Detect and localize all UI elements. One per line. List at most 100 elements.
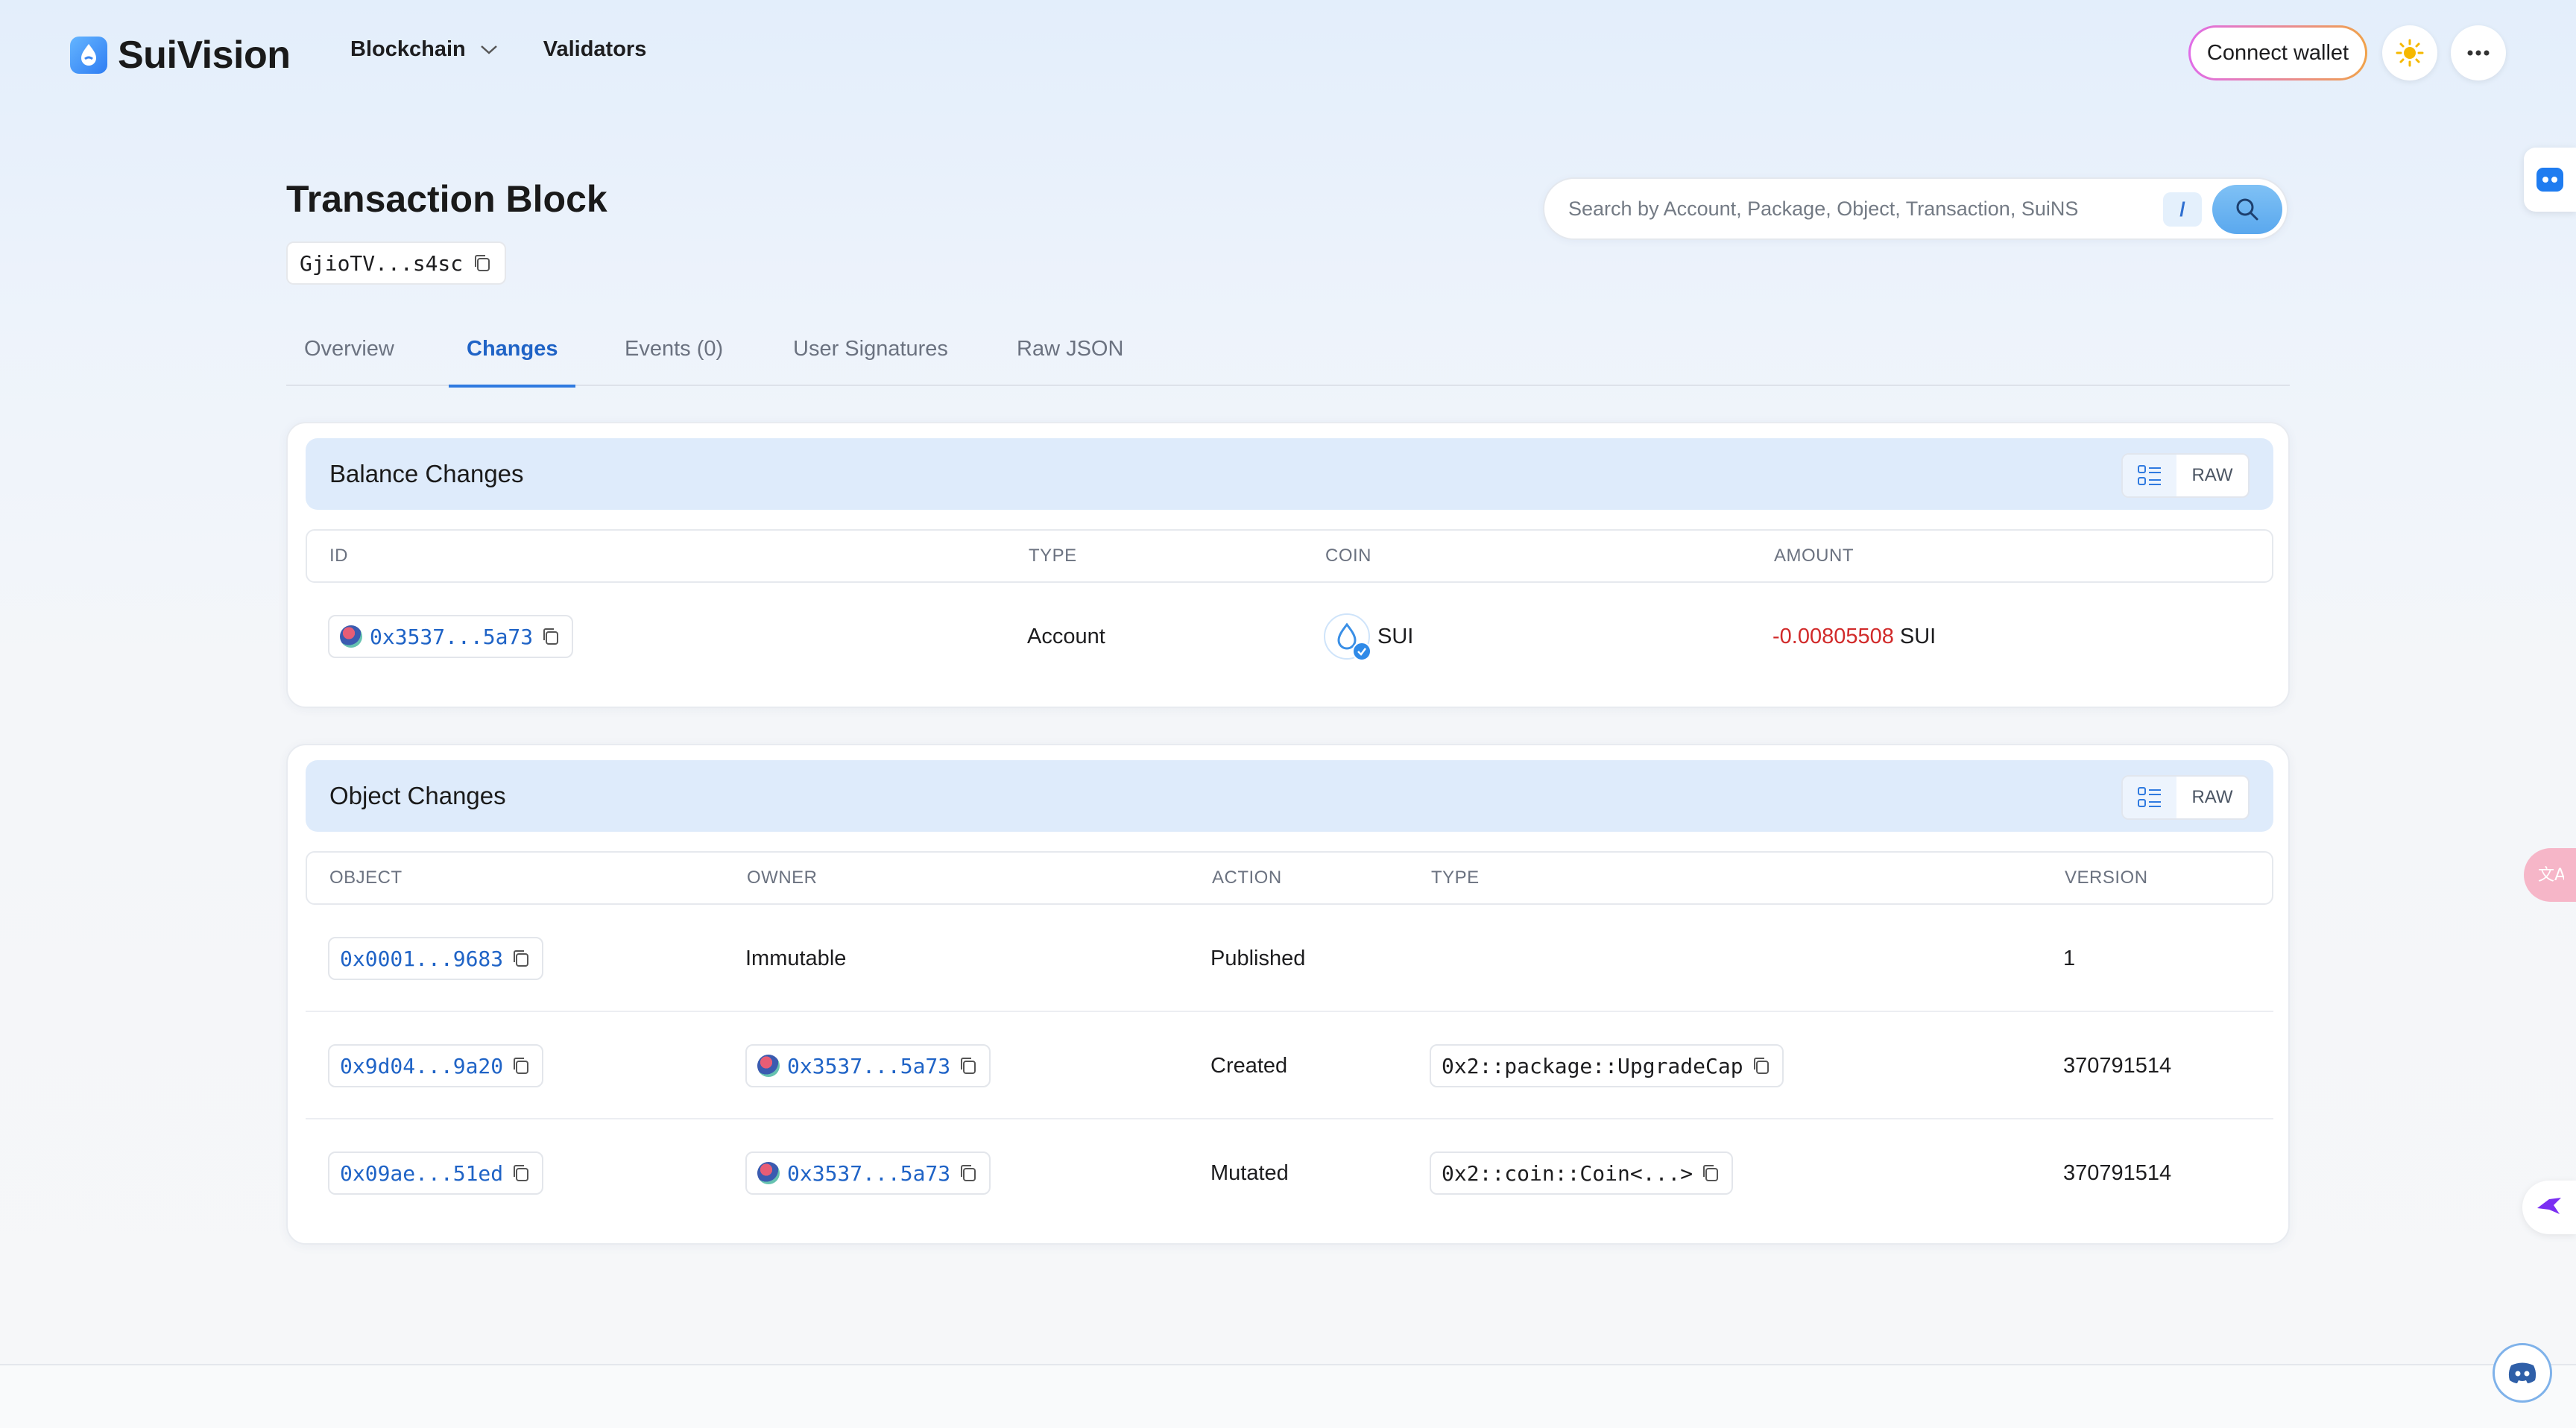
object-id-cell: 0x09ae...51ed (328, 1119, 544, 1227)
raw-view-button[interactable]: RAW (2176, 787, 2248, 808)
nav-blockchain-label: Blockchain (350, 37, 466, 61)
object-id-cell: 0x0001...9683 (328, 905, 544, 1012)
table-row: 0x9d04...9a20 0x3537...5a73 Created 0x2:… (306, 1012, 2273, 1119)
balance-coin-symbol: SUI (1377, 624, 1414, 648)
extension-button[interactable] (2522, 1181, 2576, 1234)
copy-icon[interactable] (958, 1055, 979, 1076)
balance-amount-value: -0.00805508 (1772, 624, 1894, 648)
column-object: OBJECT (329, 868, 402, 888)
theme-toggle-button[interactable] (2382, 25, 2437, 80)
owner-address[interactable]: 0x3537...5a73 (787, 1054, 950, 1078)
object-id[interactable]: 0x0001...9683 (340, 947, 503, 971)
object-changes-header: Object Changes RAW (306, 760, 2273, 832)
connect-wallet-button[interactable]: Connect wallet (2188, 25, 2367, 80)
search-bar[interactable]: Search by Account, Package, Object, Tran… (1543, 177, 2288, 240)
object-view-toggle: RAW (2121, 775, 2250, 820)
address-chip[interactable]: 0x3537...5a73 (745, 1044, 991, 1087)
type-chip[interactable]: 0x2::package::UpgradeCap (1430, 1044, 1784, 1087)
copy-icon[interactable] (540, 626, 561, 647)
column-id: ID (329, 546, 348, 566)
copy-icon[interactable] (1751, 1055, 1772, 1076)
chevron-down-icon (480, 45, 497, 54)
object-owner-cell: 0x3537...5a73 (745, 1012, 991, 1119)
more-menu-button[interactable] (2451, 25, 2506, 80)
copy-icon[interactable] (511, 1055, 531, 1076)
copy-icon[interactable] (511, 948, 531, 969)
tab-user-signatures[interactable]: User Signatures (793, 328, 948, 386)
object-owner-cell: 0x3537...5a73 (745, 1119, 991, 1227)
copy-icon[interactable] (1700, 1163, 1721, 1184)
footer (0, 1364, 2576, 1428)
object-version: 1 (2063, 946, 2076, 970)
translate-button[interactable]: 文A (2524, 848, 2576, 902)
discord-button[interactable] (2493, 1343, 2552, 1403)
object-id-cell: 0x9d04...9a20 (328, 1012, 544, 1119)
avatar (340, 625, 362, 648)
raw-view-button[interactable]: RAW (2176, 465, 2248, 486)
column-version: VERSION (2065, 868, 2148, 888)
search-input[interactable]: Search by Account, Package, Object, Tran… (1568, 179, 2078, 238)
object-type[interactable]: 0x2::package::UpgradeCap (1442, 1054, 1743, 1078)
tab-changes[interactable]: Changes (449, 328, 576, 388)
copy-icon[interactable] (511, 1163, 531, 1184)
balance-changes-card: Balance Changes RAW ID TYPE COIN AMOUNT … (286, 422, 2290, 708)
column-type: TYPE (1431, 868, 1480, 888)
translate-icon: 文A (2538, 866, 2564, 885)
object-version: 370791514 (2063, 1053, 2172, 1078)
sui-coin-icon (1324, 613, 1371, 661)
bird-icon (2537, 1198, 2561, 1214)
object-type-cell: 0x2::package::UpgradeCap (1430, 1012, 1784, 1119)
object-action: Created (1210, 1053, 1288, 1078)
list-view-icon[interactable] (2123, 777, 2176, 818)
brand-logo[interactable]: SuiVision (70, 33, 291, 78)
nav-validators[interactable]: Validators (543, 37, 647, 62)
balance-table-header: ID TYPE COIN AMOUNT (306, 529, 2273, 583)
connect-wallet-label: Connect wallet (2191, 28, 2365, 78)
balance-id-cell: 0x3537...5a73 (328, 583, 574, 690)
tab-overview[interactable]: Overview (304, 328, 394, 386)
table-row: 0x09ae...51ed 0x3537...5a73 Mutated 0x2:… (306, 1119, 2273, 1227)
balance-coin-cell: SUI (1324, 583, 1413, 690)
object-chip[interactable]: 0x9d04...9a20 (328, 1044, 544, 1087)
column-action: ACTION (1212, 868, 1282, 888)
transaction-hash-value: GjioTV...s4sc (300, 250, 464, 276)
balance-amount-cell: -0.00805508 SUI (1772, 583, 1936, 690)
copy-icon[interactable] (958, 1163, 979, 1184)
object-chip[interactable]: 0x0001...9683 (328, 937, 544, 980)
address-chip[interactable]: 0x3537...5a73 (745, 1151, 991, 1195)
address-chip[interactable]: 0x3537...5a73 (328, 615, 574, 658)
search-button[interactable] (2212, 185, 2282, 234)
balance-account-address[interactable]: 0x3537...5a73 (370, 625, 533, 649)
type-chip[interactable]: 0x2::coin::Coin<...> (1430, 1151, 1734, 1195)
brand-name: SuiVision (118, 34, 291, 77)
balance-type: Account (1027, 624, 1105, 648)
list-view-icon[interactable] (2123, 455, 2176, 496)
balance-changes-header: Balance Changes RAW (306, 438, 2273, 510)
search-icon (2236, 198, 2258, 221)
column-coin: COIN (1325, 546, 1371, 566)
assistant-side-button[interactable] (2524, 148, 2576, 212)
tab-raw-json[interactable]: Raw JSON (1017, 328, 1123, 386)
transaction-tabs: Overview Changes Events (0) User Signatu… (286, 328, 2290, 388)
object-id[interactable]: 0x9d04...9a20 (340, 1054, 503, 1078)
avatar (757, 1162, 780, 1184)
column-amount: AMOUNT (1774, 546, 1854, 566)
nav-validators-label: Validators (543, 37, 647, 61)
object-changes-card: Object Changes RAW OBJECT OWNER ACTION T… (286, 744, 2290, 1245)
object-id[interactable]: 0x09ae...51ed (340, 1161, 503, 1186)
main-nav: Blockchain Validators (350, 37, 646, 62)
transaction-hash: GjioTV...s4sc (286, 241, 507, 285)
bot-icon (2536, 168, 2563, 192)
copy-icon[interactable] (472, 253, 493, 274)
sun-icon (2396, 39, 2424, 67)
object-action: Mutated (1210, 1160, 1289, 1185)
tab-events[interactable]: Events (0) (625, 328, 723, 386)
more-icon (2467, 50, 2490, 56)
object-action: Published (1210, 946, 1306, 970)
balance-changes-title: Balance Changes (329, 460, 524, 487)
verified-check-icon (1352, 642, 1371, 661)
object-chip[interactable]: 0x09ae...51ed (328, 1151, 544, 1195)
object-type[interactable]: 0x2::coin::Coin<...> (1442, 1161, 1693, 1186)
nav-blockchain[interactable]: Blockchain (350, 37, 499, 62)
owner-address[interactable]: 0x3537...5a73 (787, 1161, 950, 1186)
